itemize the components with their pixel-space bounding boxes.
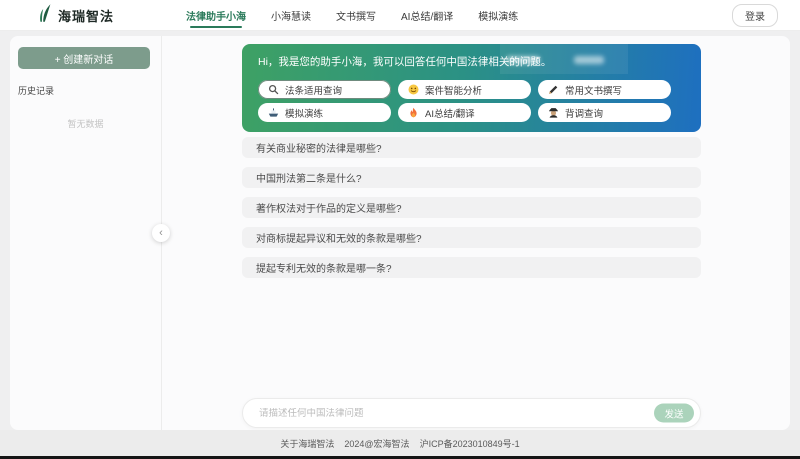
brand-logo[interactable]: 海瑞智法 bbox=[36, 3, 114, 28]
footer-about-link[interactable]: 关于海瑞智法 bbox=[280, 437, 334, 450]
suggested-question[interactable]: 对商标提起异议和无效的条款是哪些? bbox=[242, 227, 701, 248]
quick-action-case-analysis[interactable]: 案件智能分析 bbox=[398, 80, 531, 99]
quick-action-ai-summary-translate[interactable]: AI总结/翻译 bbox=[398, 103, 531, 122]
footer-copyright: 2024@宏海智法 bbox=[344, 438, 410, 449]
history-empty-text: 暂无数据 bbox=[67, 119, 104, 129]
suggested-question[interactable]: 著作权法对于作品的定义是哪些? bbox=[242, 197, 701, 218]
footer-icp-number: 沪ICP备2023010849号-1 bbox=[419, 438, 520, 449]
nav-tab-mock-drill[interactable]: 模拟演练 bbox=[478, 0, 518, 31]
page-footer: 关于海瑞智法 2024@宏海智法 沪ICP备2023010849号-1 bbox=[0, 430, 800, 456]
quick-action-document-writing[interactable]: 常用文书撰写 bbox=[538, 80, 671, 99]
redacted-blurred-text bbox=[500, 44, 628, 74]
nav-tab-document-writing[interactable]: 文书撰写 bbox=[336, 0, 376, 31]
quick-action-law-lookup[interactable]: 法条适用查询 bbox=[258, 80, 391, 99]
chevron-left-icon: ‹ bbox=[159, 227, 163, 239]
nav-tab-legal-assistant[interactable]: 法律助手小海 bbox=[186, 0, 246, 31]
app-body: + 创建新对话 历史记录 暂无数据 ‹ Hi，我是您的助手小海，我可以回答任何中… bbox=[10, 36, 790, 430]
suggested-question[interactable]: 中国刑法第二条是什么? bbox=[242, 167, 701, 188]
smiley-icon bbox=[408, 84, 419, 95]
detective-icon bbox=[548, 107, 559, 118]
quick-action-row-2: 模拟演练 AI总结/翻译 背调查询 bbox=[258, 103, 685, 122]
main-nav: 法律助手小海 小海慧读 文书撰写 AI总结/翻译 模拟演练 bbox=[186, 0, 518, 31]
nav-tab-ai-summary-translate[interactable]: AI总结/翻译 bbox=[401, 0, 453, 31]
search-icon bbox=[268, 84, 279, 95]
send-button[interactable]: 发送 bbox=[654, 403, 694, 423]
pencil-icon bbox=[548, 84, 559, 95]
chat-main-area: Hi，我是您的助手小海，我可以回答任何中国法律相关的问题。 法条适用查询 案件智… bbox=[162, 36, 790, 430]
sidebar-collapse-button[interactable]: ‹ bbox=[152, 224, 170, 242]
quick-action-background-check[interactable]: 背调查询 bbox=[538, 103, 671, 122]
ship-icon bbox=[268, 107, 279, 118]
suggested-question[interactable]: 有关商业秘密的法律是哪些? bbox=[242, 137, 701, 158]
question-input[interactable] bbox=[243, 407, 700, 419]
suggested-question[interactable]: 提起专利无效的条款是哪一条? bbox=[242, 257, 701, 278]
message-composer: 发送 bbox=[242, 398, 701, 428]
nav-tab-smart-reading[interactable]: 小海慧读 bbox=[271, 0, 311, 31]
flame-icon bbox=[408, 107, 419, 118]
conversation-sidebar: + 创建新对话 历史记录 暂无数据 ‹ bbox=[10, 36, 170, 430]
welcome-banner: Hi，我是您的助手小海，我可以回答任何中国法律相关的问题。 法条适用查询 案件智… bbox=[242, 44, 701, 132]
new-chat-button[interactable]: + 创建新对话 bbox=[18, 47, 150, 69]
quick-action-mock-drill[interactable]: 模拟演练 bbox=[258, 103, 391, 122]
login-button[interactable]: 登录 bbox=[732, 3, 778, 27]
history-label: 历史记录 bbox=[18, 86, 55, 96]
top-navbar: 海瑞智法 法律助手小海 小海慧读 文书撰写 AI总结/翻译 模拟演练 登录 bbox=[0, 0, 800, 31]
brand-name: 海瑞智法 bbox=[58, 8, 115, 24]
quick-action-row-1: 法条适用查询 案件智能分析 常用文书撰写 bbox=[258, 80, 685, 99]
leaf-logo-icon bbox=[36, 3, 52, 28]
